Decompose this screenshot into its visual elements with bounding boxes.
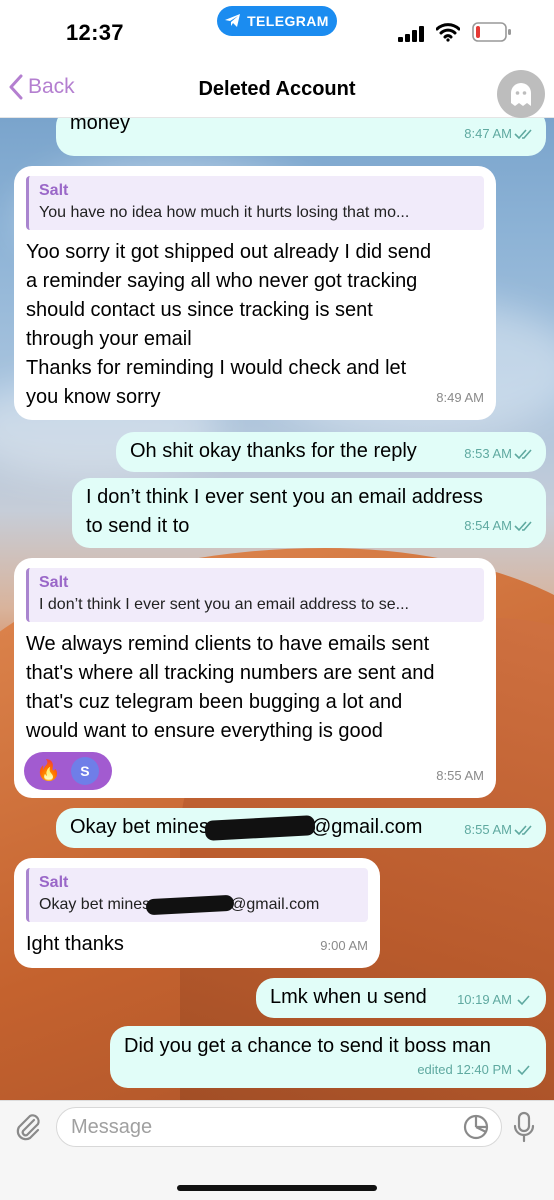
message-time: 8:49 AM: [436, 390, 484, 405]
message-time: 8:55 AM: [436, 768, 484, 783]
attach-icon[interactable]: [12, 1111, 44, 1143]
battery-icon: [472, 22, 511, 42]
message-time: 8:47 AM: [464, 126, 512, 141]
message-time: 8:53 AM: [464, 446, 512, 461]
redaction-scribble: [204, 814, 316, 841]
home-indicator: [177, 1185, 377, 1191]
signal-icon: [398, 26, 424, 42]
message-list[interactable]: money 8:47 AM Salt You have no idea how …: [0, 108, 554, 1100]
outgoing-message[interactable]: Oh shit okay thanks for the reply 8:53 A…: [116, 432, 546, 472]
message-meta: 8:47 AM: [464, 119, 534, 148]
message-meta: 8:49 AM: [436, 383, 484, 412]
message-time: edited 12:40 PM: [417, 1062, 512, 1077]
status-time: 12:37: [66, 20, 124, 45]
fire-emoji: 🔥: [36, 759, 61, 782]
message-meta: 10:19 AM: [457, 985, 534, 1014]
double-check-icon: [514, 824, 532, 835]
message-meta: 8:53 AM: [464, 439, 534, 468]
outgoing-message[interactable]: I don’t think I ever sent you an email a…: [72, 478, 546, 548]
message-text-start: Okay bet mines: [70, 816, 209, 838]
reply-quote[interactable]: Salt You have no idea how much it hurts …: [26, 176, 484, 230]
outgoing-message[interactable]: Okay bet mines @gmail.com 8:55 AM: [56, 808, 546, 848]
outgoing-message[interactable]: Lmk when u send 10:19 AM: [256, 978, 546, 1018]
message-meta: 9:00 AM: [320, 931, 368, 960]
single-check-icon: [517, 994, 530, 1005]
message-meta: 8:55 AM: [464, 815, 534, 844]
sticker-icon[interactable]: [462, 1113, 490, 1141]
message-text: We always remind clients to have emails …: [26, 633, 435, 742]
incoming-message[interactable]: Salt You have no idea how much it hurts …: [14, 166, 496, 420]
telegram-return-pill[interactable]: TELEGRAM: [217, 6, 337, 36]
outgoing-message[interactable]: Did you get a chance to send it boss man…: [110, 1026, 546, 1088]
status-bar: 12:37 TELEGRAM: [0, 0, 554, 62]
message-input[interactable]: [56, 1107, 502, 1147]
double-check-icon: [514, 128, 532, 139]
message-time: 8:55 AM: [464, 822, 512, 837]
single-check-icon: [517, 1064, 530, 1075]
message-text: Lmk when u send: [270, 986, 427, 1008]
message-time: 8:54 AM: [464, 518, 512, 533]
message-text: Oh shit okay thanks for the reply: [130, 440, 417, 462]
message-meta: 8:55 AM: [436, 761, 484, 790]
message-time: 9:00 AM: [320, 938, 368, 953]
message-text: Ight thanks: [26, 933, 124, 955]
reaction-chip[interactable]: 🔥 S: [24, 752, 112, 790]
message-meta: edited 12:40 PM: [417, 1055, 534, 1084]
reply-text-start: Okay bet mines: [39, 896, 151, 913]
reply-author: Salt: [39, 182, 69, 199]
reply-text-end: @gmail.com: [230, 896, 320, 913]
chat-title[interactable]: Deleted Account: [0, 78, 554, 101]
reply-text: Okay bet mines @gmail.com: [39, 894, 358, 916]
mic-icon[interactable]: [512, 1111, 536, 1143]
wifi-icon: [436, 23, 460, 42]
ghost-icon: [511, 83, 531, 106]
telegram-pill-label: TELEGRAM: [247, 13, 329, 29]
composer: [0, 1100, 554, 1200]
message-meta: 8:54 AM: [464, 511, 534, 540]
reactor-avatar: S: [70, 757, 99, 785]
reply-quote[interactable]: Salt Okay bet mines @gmail.com: [26, 868, 368, 922]
redaction-scribble: [145, 894, 235, 916]
chat-header: Back Deleted Account: [0, 62, 554, 118]
avatar[interactable]: [497, 70, 545, 118]
reply-text: You have no idea how much it hurts losin…: [39, 204, 410, 221]
double-check-icon: [514, 520, 532, 531]
message-text-end: @gmail.com: [310, 816, 423, 838]
reply-text: I don’t think I ever sent you an email a…: [39, 596, 409, 613]
incoming-message[interactable]: Salt Okay bet mines @gmail.com Ight thank…: [14, 858, 380, 968]
incoming-message[interactable]: Salt I don’t think I ever sent you an em…: [14, 558, 496, 798]
reply-quote[interactable]: Salt I don’t think I ever sent you an em…: [26, 568, 484, 622]
double-check-icon: [514, 448, 532, 459]
telegram-plane-icon: [225, 14, 241, 27]
reply-author: Salt: [39, 574, 69, 591]
message-text: Yoo sorry it got shipped out already I d…: [26, 241, 432, 408]
reply-author: Salt: [39, 874, 69, 891]
message-time: 10:19 AM: [457, 992, 512, 1007]
